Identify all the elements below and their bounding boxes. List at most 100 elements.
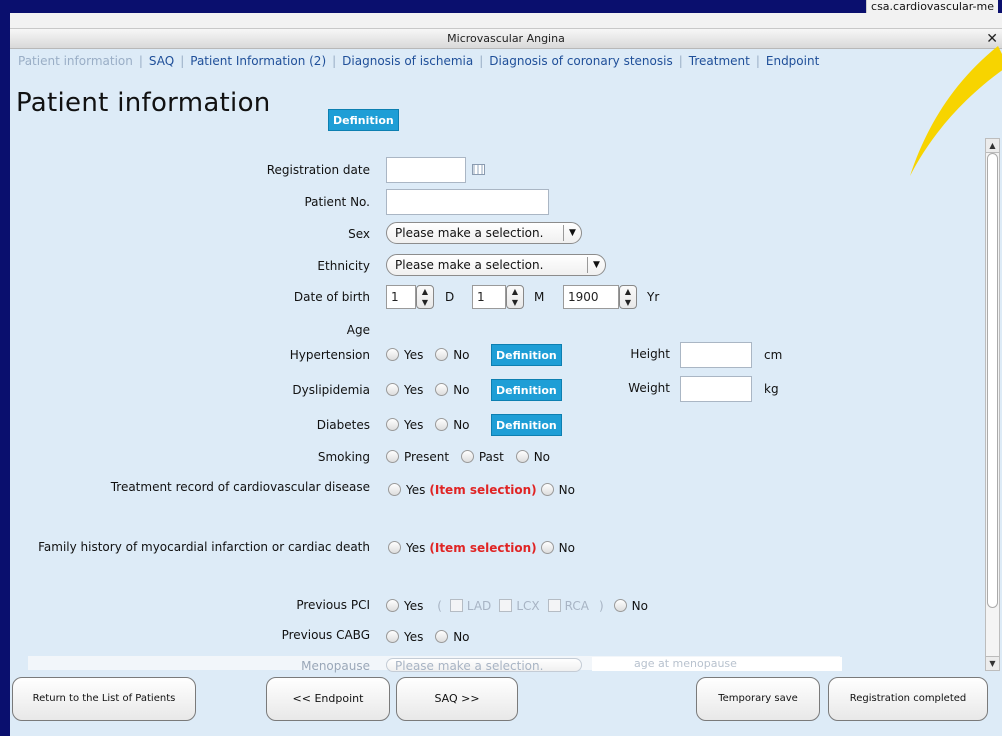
ethnicity-select[interactable]: Please make a selection. ▼ (386, 254, 606, 276)
sex-select-value: Please make a selection. (395, 226, 544, 240)
age-label: Age (346, 323, 370, 337)
scrollbar-thumb[interactable] (987, 153, 998, 608)
window-title: Microvascular Angina (447, 32, 565, 45)
menopause-select[interactable]: Please make a selection. (386, 658, 582, 672)
previous-pci-no-radio[interactable] (613, 599, 627, 612)
vertical-scrollbar[interactable]: ▲ ▼ (985, 138, 1000, 671)
prev-endpoint-button[interactable]: << Endpoint (266, 677, 390, 721)
family-history-no-radio[interactable] (540, 541, 554, 554)
title-bar: Microvascular Angina ✕ (10, 29, 1002, 49)
treatment-record-options: Yes (Item selection) No (388, 483, 575, 497)
dob-month-stepper[interactable]: ▲ ▼ (506, 285, 524, 309)
previous-cabg-label: Previous CABG (281, 628, 370, 642)
height-unit: cm (764, 348, 783, 362)
tab-patient-information-2[interactable]: Patient Information (2) (190, 54, 326, 68)
previous-cabg-no-radio[interactable] (435, 630, 449, 643)
tab-endpoint[interactable]: Endpoint (766, 54, 819, 68)
sex-label: Sex (348, 227, 370, 241)
dob-day-stepper[interactable]: ▲ ▼ (416, 285, 434, 309)
scroll-down-icon[interactable]: ▼ (986, 656, 999, 670)
hypertension-yes-radio[interactable] (386, 348, 399, 361)
pci-lad-checkbox[interactable] (449, 599, 463, 612)
ethnicity-select-value: Please make a selection. (395, 258, 544, 272)
window-top-strip (10, 13, 1002, 29)
url-text[interactable]: csa.cardiovascular-me (866, 0, 998, 13)
dob-month-unit: M (534, 290, 545, 304)
diabetes-label: Diabetes (316, 418, 370, 432)
family-history-label: Family history of myocardial infarction … (38, 540, 370, 554)
smoking-past-radio[interactable] (460, 450, 474, 463)
app-window: Microvascular Angina ✕ Patient informati… (10, 13, 1002, 736)
diabetes-no-radio[interactable] (435, 418, 449, 431)
menopause-label: Menopause (301, 659, 370, 673)
tab-saq[interactable]: SAQ (149, 54, 174, 68)
previous-cabg-yes-radio[interactable] (386, 630, 399, 643)
ethnicity-label: Ethnicity (317, 259, 370, 273)
hypertension-no-radio[interactable] (435, 348, 449, 361)
family-history-options: Yes (Item selection) No (388, 541, 575, 555)
tab-diagnosis-of-ischemia[interactable]: Diagnosis of ischemia (342, 54, 473, 68)
weight-label: Weight (628, 381, 670, 395)
chevron-down-icon: ▼ (563, 225, 581, 241)
previous-pci-yes-radio[interactable] (386, 599, 399, 612)
presentation-background (0, 0, 10, 736)
return-to-list-button[interactable]: Return to the List of Patients (12, 677, 196, 721)
family-history-yes-radio[interactable] (388, 541, 401, 554)
close-icon[interactable]: ✕ (986, 30, 998, 48)
treatment-record-yes-radio[interactable] (388, 483, 401, 496)
dyslipidemia-yes-radio[interactable] (386, 383, 399, 396)
browser-url-bar: csa.cardiovascular-me (0, 0, 1002, 13)
previous-cabg-options: Yes No (386, 630, 478, 644)
dyslipidemia-no-radio[interactable] (435, 383, 449, 396)
dob-label: Date of birth (293, 290, 370, 304)
pci-lcx-checkbox[interactable] (499, 599, 513, 612)
tab-patient-information[interactable]: Patient information (18, 54, 133, 68)
dob-year-stepper[interactable]: ▲ ▼ (619, 285, 637, 309)
hypertension-options: Yes No (386, 348, 478, 362)
smoking-options: Present Past No (386, 450, 558, 464)
dyslipidemia-options: Yes No (386, 383, 478, 397)
weight-unit: kg (764, 382, 779, 396)
scroll-up-icon[interactable]: ▲ (986, 139, 999, 153)
registration-date-label: Registration date (266, 163, 370, 177)
patient-no-input[interactable] (386, 189, 549, 215)
registration-completed-button[interactable]: Registration completed (828, 677, 988, 721)
sex-select[interactable]: Please make a selection. ▼ (386, 222, 582, 244)
height-input[interactable] (680, 342, 752, 368)
treatment-record-label: Treatment record of cardiovascular disea… (110, 480, 370, 494)
dyslipidemia-definition-button[interactable]: Definition (491, 379, 562, 401)
hypertension-label: Hypertension (289, 348, 370, 362)
page-title: Patient information (16, 88, 271, 118)
previous-pci-options: Yes (LAD LCX RCA) No (386, 599, 648, 613)
patient-no-label: Patient No. (304, 195, 370, 209)
smoking-no-radio[interactable] (515, 450, 529, 463)
dob-day-unit: D (445, 290, 455, 304)
diabetes-options: Yes No (386, 418, 478, 432)
tab-treatment[interactable]: Treatment (689, 54, 750, 68)
pci-rca-checkbox[interactable] (547, 599, 561, 612)
registration-date-input[interactable] (386, 157, 466, 183)
menopause-age-input[interactable]: age at menopause (592, 657, 842, 671)
next-saq-button[interactable]: SAQ >> (396, 677, 518, 721)
previous-pci-label: Previous PCI (296, 598, 370, 612)
section-tabs: Patient information | SAQ | Patient Informat… (18, 54, 820, 68)
menopause-select-value: Please make a selection. (395, 659, 544, 672)
dob-month-input[interactable]: 1 (472, 285, 506, 309)
smoking-present-radio[interactable] (386, 450, 399, 463)
height-label: Height (630, 347, 670, 361)
calendar-icon[interactable] (472, 164, 485, 175)
temporary-save-button[interactable]: Temporary save (696, 677, 820, 721)
dob-day-input[interactable]: 1 (386, 285, 416, 309)
diabetes-yes-radio[interactable] (386, 418, 399, 431)
treatment-record-no-radio[interactable] (540, 483, 554, 496)
treatment-record-item-selection-link[interactable]: (Item selection) (429, 483, 536, 497)
tab-diagnosis-of-coronary-stenosis[interactable]: Diagnosis of coronary stenosis (489, 54, 672, 68)
family-history-item-selection-link[interactable]: (Item selection) (429, 541, 536, 555)
definition-button[interactable]: Definition (328, 109, 399, 131)
chevron-down-icon: ▼ (587, 257, 605, 273)
diabetes-definition-button[interactable]: Definition (491, 414, 562, 436)
weight-input[interactable] (680, 376, 752, 402)
dob-year-unit: Yr (647, 290, 660, 304)
hypertension-definition-button[interactable]: Definition (491, 344, 562, 366)
dob-year-input[interactable]: 1900 (563, 285, 619, 309)
